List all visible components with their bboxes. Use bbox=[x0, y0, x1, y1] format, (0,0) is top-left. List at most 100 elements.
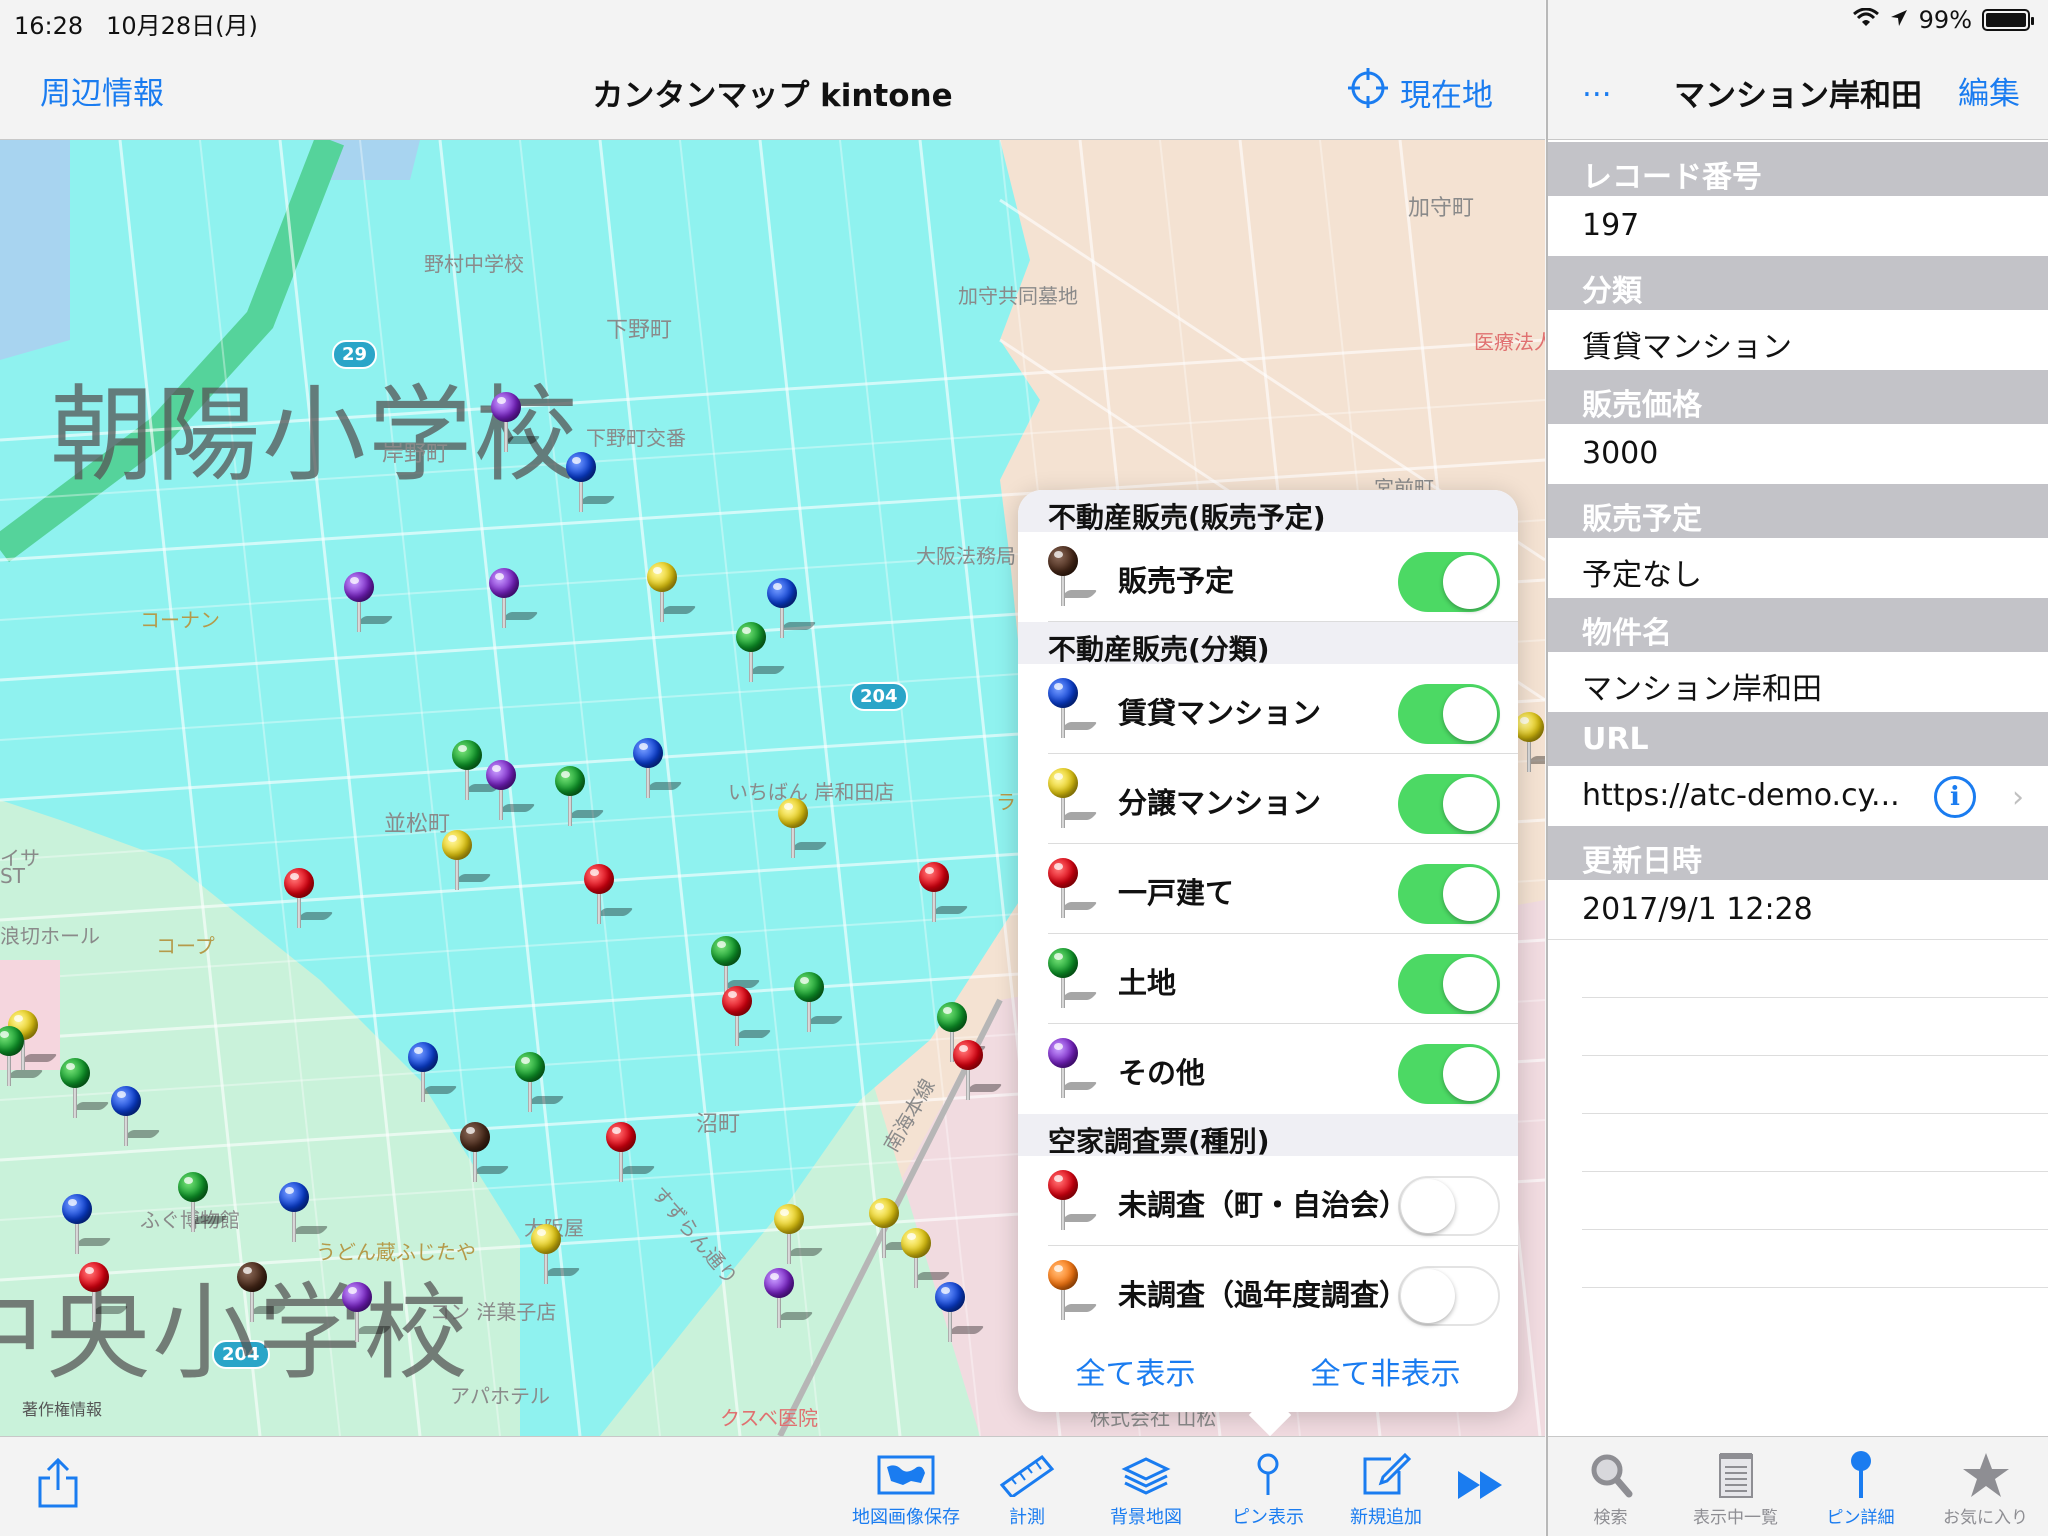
tab-search[interactable]: 検索 bbox=[1548, 1437, 1673, 1536]
more-button[interactable]: ... bbox=[1582, 68, 1612, 104]
pin-filter-label: 分譲マンション bbox=[1118, 786, 1322, 820]
pin-filter-row[interactable]: 土地 bbox=[1048, 934, 1518, 1024]
map-pin-brown[interactable] bbox=[460, 1122, 510, 1182]
map-pin-red[interactable] bbox=[79, 1262, 129, 1322]
map-pin-green[interactable] bbox=[515, 1052, 565, 1112]
pin-filter-row[interactable]: 賃貸マンション bbox=[1048, 664, 1518, 754]
map-pin-green[interactable] bbox=[555, 766, 605, 826]
save-map-image-button[interactable]: 地図画像保存 bbox=[852, 1451, 960, 1529]
share-icon bbox=[36, 1457, 80, 1508]
empty-row bbox=[1582, 1230, 2048, 1288]
map-pin-yellow[interactable] bbox=[647, 562, 697, 622]
map-pin-blue[interactable] bbox=[935, 1282, 985, 1342]
notepad-icon bbox=[1718, 1447, 1754, 1503]
map-pin-red[interactable] bbox=[722, 986, 772, 1046]
tab-favorites[interactable]: お気に入り bbox=[1923, 1437, 2048, 1536]
map-label: 下野町交番 bbox=[586, 426, 686, 450]
school-district-label: 中央小学校 bbox=[0, 1272, 471, 1394]
map-pin-purple[interactable] bbox=[342, 1282, 392, 1342]
map-pin-blue[interactable] bbox=[408, 1042, 458, 1102]
info-icon[interactable]: i bbox=[1934, 776, 1976, 818]
show-all-button[interactable]: 全て表示 bbox=[1076, 1349, 1196, 1393]
map-label: 医療法人 bbox=[1474, 330, 1545, 354]
pin-filter-row[interactable]: その他 bbox=[1048, 1024, 1518, 1114]
pin-display-button[interactable]: ピン表示 bbox=[1232, 1451, 1304, 1529]
pin-filter-toggle[interactable] bbox=[1398, 864, 1500, 924]
map-pin-green[interactable] bbox=[736, 622, 786, 682]
map-pin-purple[interactable] bbox=[486, 760, 536, 820]
map-pin-purple[interactable] bbox=[491, 392, 541, 452]
map-label: 加守町 bbox=[1408, 196, 1475, 221]
fast-forward-button[interactable] bbox=[1456, 1461, 1506, 1509]
map-pin-purple[interactable] bbox=[489, 568, 539, 628]
pin-filter-toggle[interactable] bbox=[1398, 552, 1500, 612]
map-label: 浪切ホール bbox=[0, 924, 100, 948]
map-pin-blue[interactable] bbox=[633, 738, 683, 798]
map-pin-red[interactable] bbox=[919, 862, 969, 922]
map-credit-link[interactable]: 著作権情報 bbox=[22, 1396, 102, 1420]
map-pin-blue[interactable] bbox=[62, 1194, 112, 1254]
ruler-icon bbox=[998, 1451, 1056, 1499]
map-pin-green[interactable] bbox=[794, 972, 844, 1032]
tab-list[interactable]: 表示中一覧 bbox=[1673, 1437, 1798, 1536]
map-pin-green[interactable] bbox=[178, 1172, 228, 1232]
field-value: 賃貸マンション bbox=[1548, 310, 2048, 370]
pin-filter-row[interactable]: 一戸建て bbox=[1048, 844, 1518, 934]
measure-button[interactable]: 計測 bbox=[998, 1451, 1056, 1529]
pin-filter-row[interactable]: 販売予定 bbox=[1048, 532, 1518, 622]
map-pin-red[interactable] bbox=[284, 868, 334, 928]
tab-search-label: 検索 bbox=[1593, 1508, 1628, 1528]
tab-favorites-label: お気に入り bbox=[1943, 1508, 2028, 1528]
add-new-button[interactable]: 新規追加 bbox=[1350, 1451, 1422, 1529]
map-pin-blue[interactable] bbox=[566, 452, 616, 512]
map-pin-green[interactable] bbox=[0, 1026, 44, 1086]
url-field-row[interactable]: https://atc-demo.cy... i › bbox=[1548, 766, 2048, 826]
map-pin-purple[interactable] bbox=[764, 1268, 814, 1328]
pin-filter-toggle[interactable] bbox=[1398, 774, 1500, 834]
pin-filter-toggle[interactable] bbox=[1398, 1266, 1500, 1326]
map-pin-blue[interactable] bbox=[111, 1086, 161, 1146]
map-pin-yellow[interactable] bbox=[531, 1224, 581, 1284]
map-pin-blue[interactable] bbox=[279, 1182, 329, 1242]
pin-filter-toggle[interactable] bbox=[1398, 1044, 1500, 1104]
blue-pin-icon bbox=[1849, 1447, 1873, 1503]
map-pin-yellow[interactable] bbox=[442, 830, 492, 890]
map-pin-purple[interactable] bbox=[344, 572, 394, 632]
map-pin-brown[interactable] bbox=[237, 1262, 287, 1322]
field-value: 予定なし bbox=[1548, 538, 2048, 598]
map-pin-yellow[interactable] bbox=[774, 1204, 824, 1264]
tab-pin-detail[interactable]: ピン詳細 bbox=[1798, 1437, 1923, 1536]
map-label: 下野町 bbox=[606, 318, 673, 343]
map-pin-red[interactable] bbox=[606, 1122, 656, 1182]
pin-filter-row[interactable]: 分譲マンション bbox=[1048, 754, 1518, 844]
pin-filter-label: 賃貸マンション bbox=[1118, 696, 1322, 730]
map-pin-yellow[interactable] bbox=[1514, 712, 1545, 772]
map-pin-yellow[interactable] bbox=[901, 1228, 951, 1288]
hide-all-button[interactable]: 全て非表示 bbox=[1311, 1349, 1461, 1393]
map-pin-yellow[interactable] bbox=[778, 798, 828, 858]
pin-filter-toggle[interactable] bbox=[1398, 684, 1500, 744]
detail-tab-bar: 検索 表示中一覧 ピン詳細 お気に入り bbox=[1548, 1436, 2048, 1536]
brown-pin-icon bbox=[1048, 546, 1098, 606]
blue-pin-icon bbox=[1048, 678, 1098, 738]
pin-filter-label: 一戸建て bbox=[1118, 876, 1235, 910]
status-right: 99% bbox=[1852, 6, 2034, 34]
map-label: 並松町 bbox=[384, 812, 451, 837]
pin-filter-row[interactable]: 未調査（過年度調査） bbox=[1048, 1246, 1518, 1336]
edit-button[interactable]: 編集 bbox=[1958, 68, 2020, 113]
pin-filter-toggle[interactable] bbox=[1398, 954, 1500, 1014]
pin-filter-label: 未調査（町・自治会） bbox=[1118, 1188, 1409, 1222]
chevron-right-icon: › bbox=[2012, 780, 2024, 815]
background-map-button[interactable]: 背景地図 bbox=[1110, 1451, 1182, 1529]
battery-percent: 99% bbox=[1918, 6, 1972, 34]
map-pin-red[interactable] bbox=[584, 864, 634, 924]
orange-pin-icon bbox=[1048, 1260, 1098, 1320]
tab-list-label: 表示中一覧 bbox=[1693, 1508, 1778, 1528]
detail-pane: ... マンション岸和田 編集 レコード番号 197 分類 賃貸マンション 販売… bbox=[1546, 0, 2048, 1536]
pin-filter-toggle[interactable] bbox=[1398, 1176, 1500, 1236]
current-location-button[interactable]: 現在地 bbox=[1348, 68, 1493, 116]
share-button[interactable] bbox=[36, 1457, 80, 1508]
map-pin-green[interactable] bbox=[60, 1058, 110, 1118]
map-pin-red[interactable] bbox=[953, 1040, 1003, 1100]
pin-filter-row[interactable]: 未調査（町・自治会） bbox=[1048, 1156, 1518, 1246]
